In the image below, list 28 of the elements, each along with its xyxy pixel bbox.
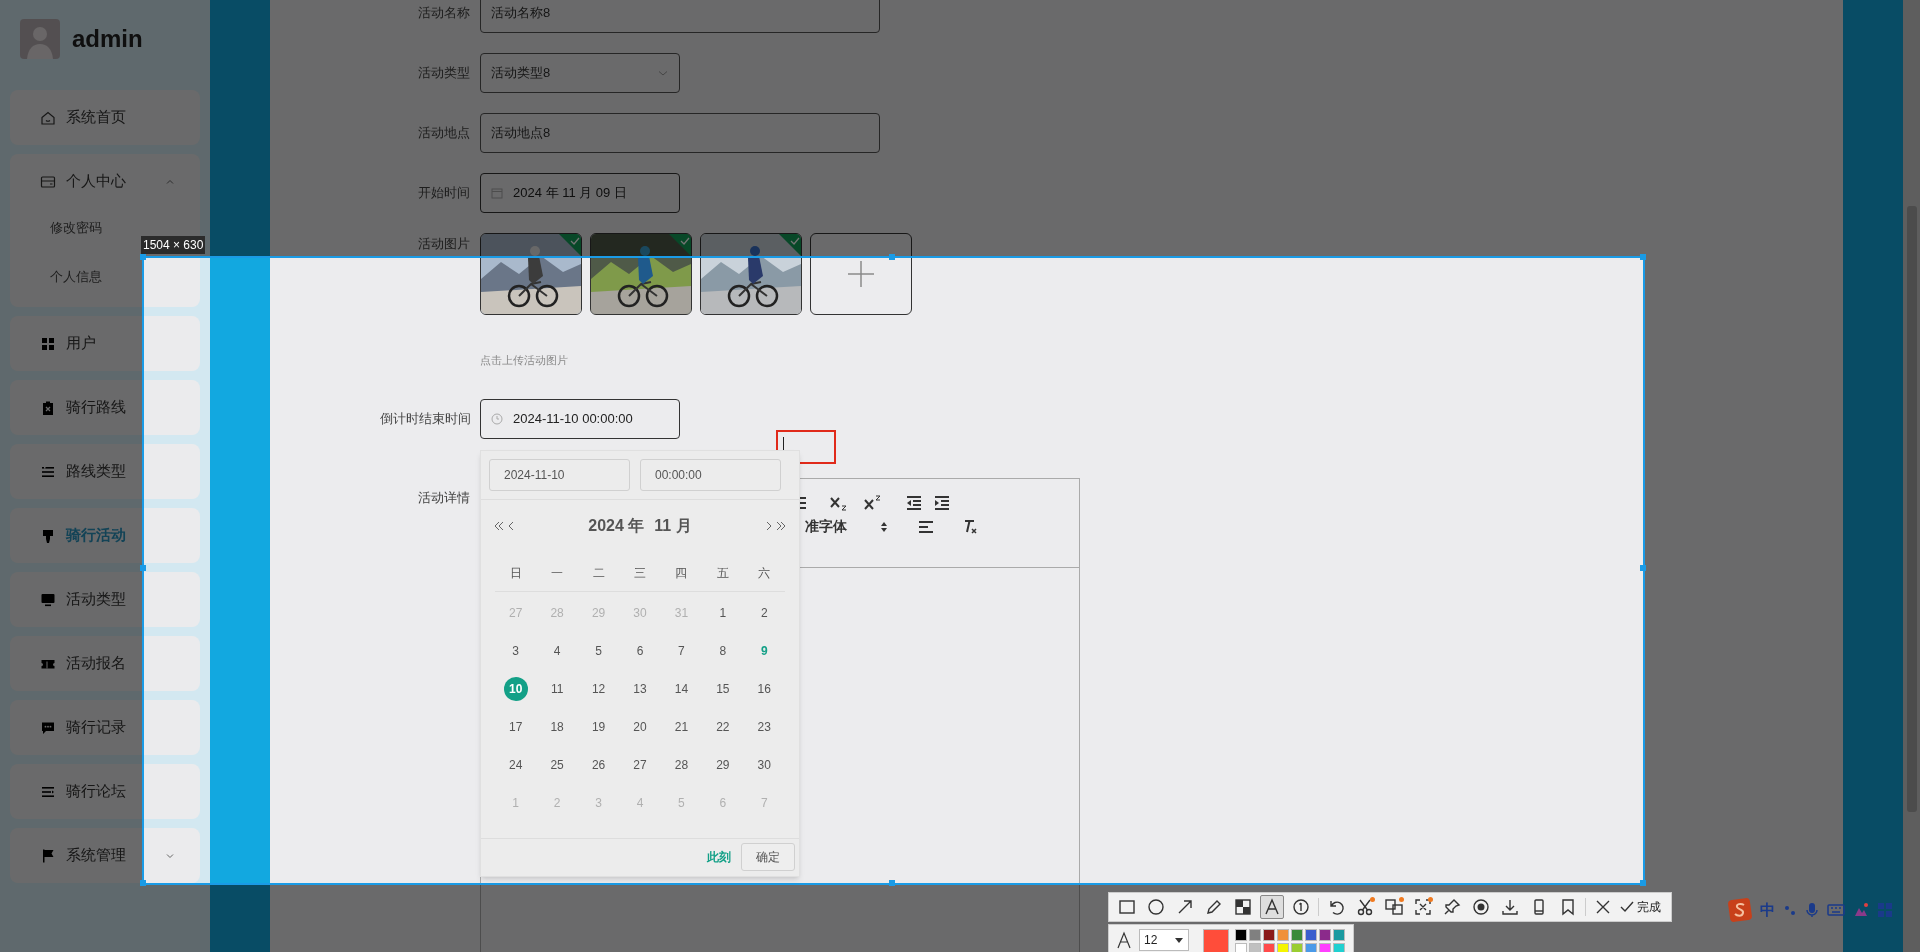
field-label: 活动名称	[417, 4, 470, 22]
field-label: 倒计时结束时间	[380, 409, 470, 428]
menu-label: 骑行论坛	[66, 781, 127, 802]
size-tooltip: 1504 × 630	[141, 236, 206, 254]
username: admin	[72, 24, 143, 54]
menu-label: 活动类型	[66, 589, 127, 610]
menu-label: 骑行记录	[66, 717, 127, 738]
field-label: 开始时间	[417, 184, 470, 202]
upload-hint: 点击上传活动图片	[480, 353, 569, 368]
menu-label: 个人中心	[66, 171, 127, 192]
menu-label: 骑行活动	[66, 525, 127, 546]
weekday-label: 二	[577, 555, 620, 592]
field-label: 活动类型	[417, 64, 470, 82]
field-label: 活动图片	[417, 235, 470, 253]
weekday-label: 六	[743, 555, 785, 592]
weekday-label: 日	[495, 555, 537, 592]
weekday-label: 四	[660, 555, 703, 592]
menu-label: 系统首页	[66, 107, 127, 128]
field-label: 活动地点	[417, 124, 470, 142]
menu-label: 活动报名	[66, 653, 127, 674]
menu-label: 系统管理	[66, 845, 127, 866]
weekday-label: 一	[536, 555, 578, 592]
menu-label: 骑行路线	[66, 397, 127, 418]
menu-label: 用户	[66, 333, 97, 354]
menu-label: 路线类型	[66, 461, 127, 482]
weekday-label: 五	[702, 555, 744, 592]
field-label: 活动详情	[417, 488, 470, 507]
weekday-label: 三	[619, 555, 661, 592]
